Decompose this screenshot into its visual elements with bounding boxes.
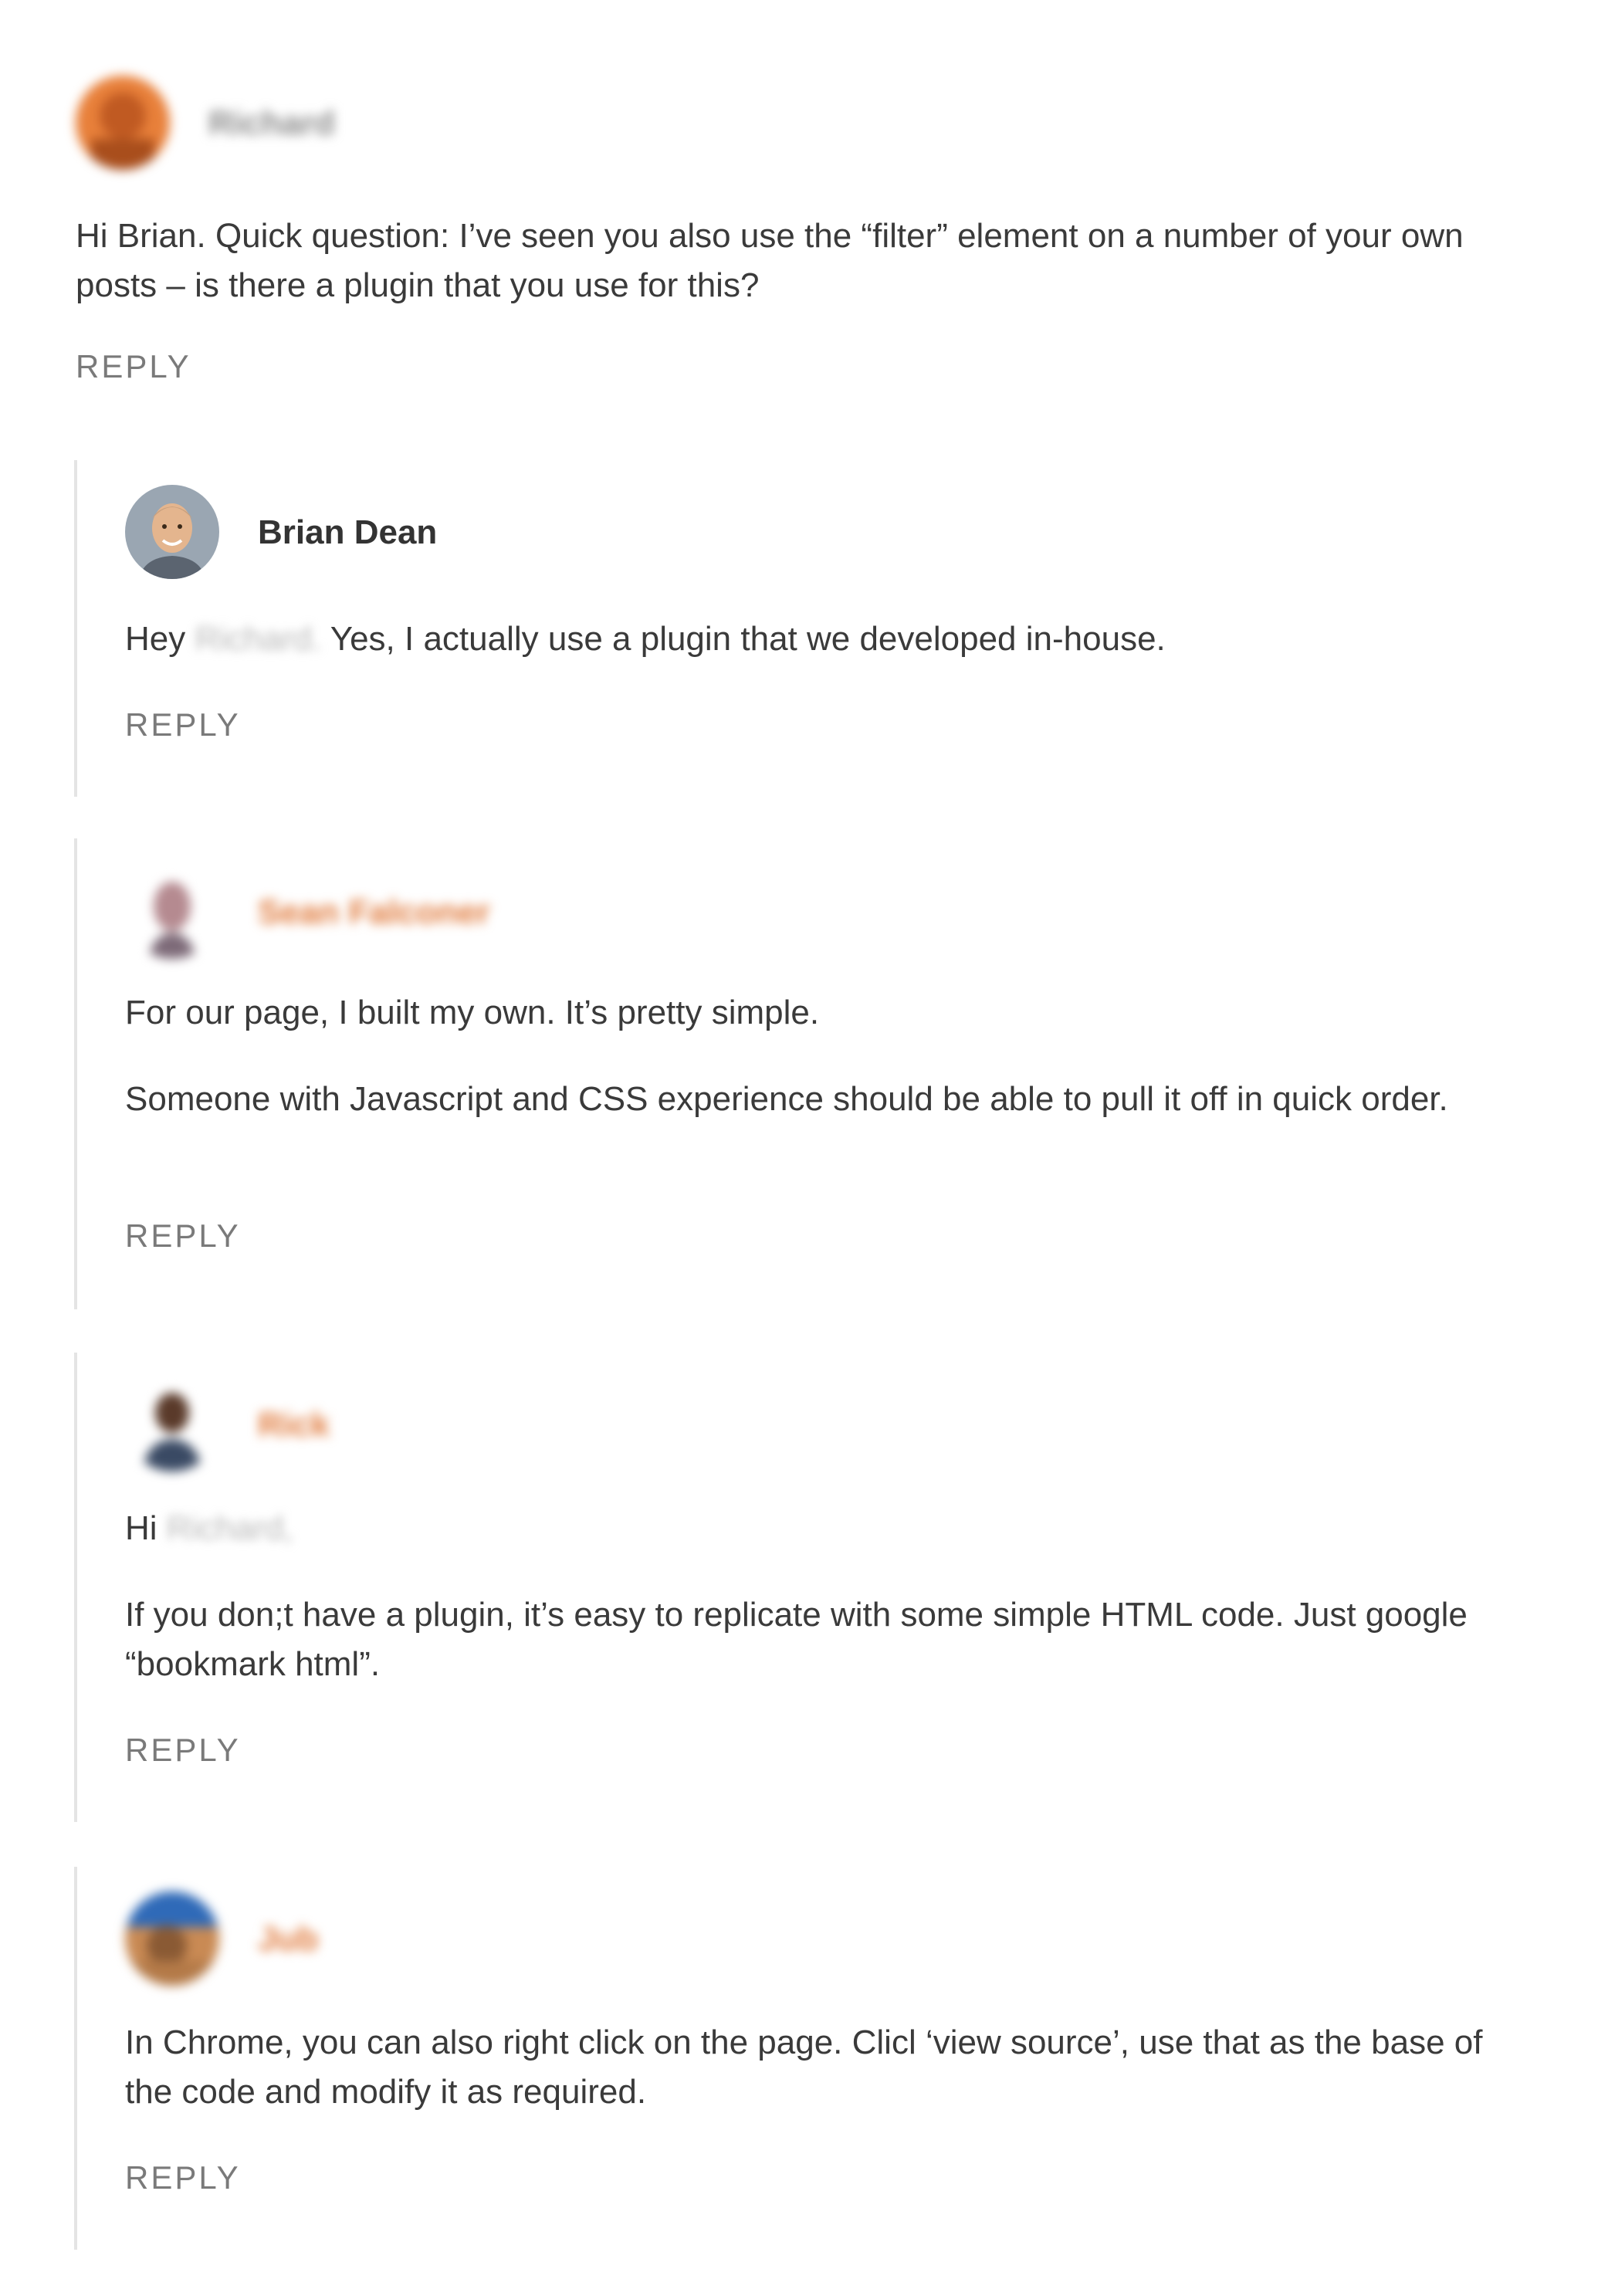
user-avatar-photo-icon: [76, 76, 170, 170]
redacted-name: Richard,: [166, 1509, 293, 1547]
comment-header: Sean Falconer: [125, 865, 1530, 960]
reply-button[interactable]: REPLY: [125, 1731, 241, 1769]
comment-author[interactable]: Jub: [258, 1916, 318, 1962]
comment-author[interactable]: Brian Dean: [258, 510, 437, 556]
redacted-name: Richard.: [195, 620, 322, 658]
reply-thread: Brian Dean Hey Richard. Yes, I actually …: [74, 460, 1544, 797]
avatar: [125, 1377, 219, 1471]
avatar: [125, 865, 219, 959]
comment-text: Hey Richard. Yes, I actually use a plugi…: [125, 615, 1530, 664]
comment-text: Hi Brian. Quick question: I’ve seen you …: [76, 217, 1464, 304]
user-avatar-photo-icon: [125, 865, 219, 959]
comment-text: Someone with Javascript and CSS experien…: [125, 1080, 1448, 1118]
comment-text: For our page, I built my own. It’s prett…: [125, 994, 820, 1031]
reply-button[interactable]: REPLY: [125, 1217, 241, 1255]
reply-button[interactable]: REPLY: [125, 2159, 241, 2197]
avatar: [76, 76, 170, 170]
reply-button[interactable]: REPLY: [125, 706, 241, 744]
reply-thread: Jub In Chrome, you can also right click …: [74, 1867, 1544, 2250]
comment-header: Jub: [125, 1891, 1530, 1987]
comment-text-before: Hey: [125, 620, 186, 658]
reply-thread: Sean Falconer For our page, I built my o…: [74, 838, 1544, 1309]
comment-header: Brian Dean: [125, 485, 1530, 581]
comment-author[interactable]: Rick: [258, 1402, 330, 1448]
user-avatar-photo-icon: [125, 1891, 219, 1986]
comment-author[interactable]: Sean Falconer: [258, 889, 490, 936]
avatar: [125, 485, 219, 579]
comment-author[interactable]: Richard: [208, 100, 335, 147]
comment-thread: Richard Hi Brian. Quick question: I’ve s…: [0, 0, 1598, 2296]
avatar: [125, 1891, 219, 1986]
comment-text-after: Yes, I actually use a plugin that we dev…: [330, 620, 1166, 658]
comment-text: If you don;t have a plugin, it’s easy to…: [125, 1596, 1468, 1683]
comment-greeting: Hi: [125, 1509, 157, 1547]
user-avatar-photo-icon: [125, 1377, 219, 1471]
reply-thread: Rick Hi Richard, If you don;t have a plu…: [74, 1353, 1544, 1822]
reply-button[interactable]: REPLY: [76, 347, 191, 386]
user-avatar-photo-icon: [125, 485, 219, 579]
comment-header: Richard: [76, 76, 1527, 171]
comment-text: In Chrome, you can also right click on t…: [125, 2023, 1483, 2111]
comment: Richard Hi Brian. Quick question: I’ve s…: [76, 76, 1527, 400]
comment-text: Hi Richard,: [125, 1504, 1530, 1553]
comment-header: Rick: [125, 1377, 1530, 1473]
